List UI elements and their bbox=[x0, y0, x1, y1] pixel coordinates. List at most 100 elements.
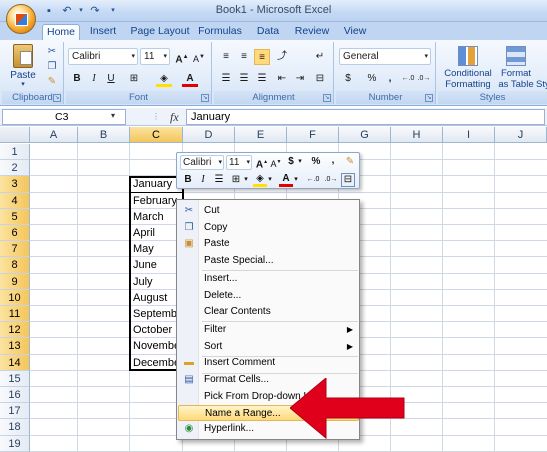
row-header-8[interactable]: 8 bbox=[0, 257, 30, 274]
mini-grow-font-icon[interactable]: A▲ bbox=[255, 155, 269, 172]
font-name-select[interactable]: Calibri ▾ bbox=[68, 48, 138, 65]
copy-icon[interactable]: ❐ bbox=[44, 59, 60, 75]
select-all-corner[interactable] bbox=[0, 127, 30, 143]
italic-button[interactable]: I bbox=[86, 71, 102, 87]
mini-increase-decimal-icon[interactable]: ←.0 bbox=[305, 173, 321, 187]
row-header-16[interactable]: 16 bbox=[0, 387, 30, 404]
currency-button[interactable]: $ bbox=[340, 71, 356, 87]
borders-icon[interactable]: ⊞ bbox=[126, 71, 142, 87]
row-header-4[interactable]: 4 bbox=[0, 192, 30, 209]
column-header-i[interactable]: I bbox=[443, 127, 495, 143]
row-header-1[interactable]: 1 bbox=[0, 144, 30, 161]
row-header-12[interactable]: 12 bbox=[0, 322, 30, 339]
menu-item-clear-contents[interactable]: Clear Contents bbox=[178, 304, 359, 321]
row-header-14[interactable]: 14 bbox=[0, 354, 30, 371]
formula-input[interactable]: January bbox=[186, 109, 545, 125]
menu-item-cut[interactable]: ✂ Cut bbox=[178, 203, 359, 220]
merge-center-icon[interactable]: ⊟ bbox=[312, 71, 328, 87]
column-header-c[interactable]: C bbox=[130, 127, 183, 143]
mini-font-name-select[interactable]: Calibri ▾ bbox=[180, 155, 224, 170]
align-center-icon[interactable]: ☰ bbox=[236, 71, 252, 87]
mini-percent-button[interactable]: % bbox=[309, 155, 323, 169]
menu-item-paste-special[interactable]: Paste Special... bbox=[178, 253, 359, 270]
row-header-3[interactable]: 3 bbox=[0, 176, 30, 193]
bold-button[interactable]: B bbox=[69, 71, 85, 87]
mini-comma-button[interactable]: , bbox=[327, 154, 339, 168]
mini-font-color-button[interactable]: A bbox=[279, 173, 293, 187]
chevron-down-icon[interactable]: ▾ bbox=[243, 173, 249, 187]
row-header-18[interactable]: 18 bbox=[0, 419, 30, 436]
format-painter-icon[interactable]: ✎ bbox=[44, 74, 60, 90]
row-header-5[interactable]: 5 bbox=[0, 208, 30, 225]
mini-bold-button[interactable]: B bbox=[181, 173, 195, 187]
mini-font-size-select[interactable]: 11 ▾ bbox=[226, 155, 252, 170]
align-left-icon[interactable]: ☰ bbox=[218, 71, 234, 87]
menu-item-insert-comment[interactable]: ▬ Insert Comment bbox=[178, 355, 359, 372]
menu-item-copy[interactable]: ❐ Copy bbox=[178, 220, 359, 237]
mini-decrease-decimal-icon[interactable]: .0→ bbox=[323, 173, 339, 187]
paste-button[interactable]: Paste ▾ bbox=[8, 44, 38, 88]
font-color-icon[interactable]: A bbox=[182, 71, 198, 87]
mini-borders-icon[interactable]: ⊞ bbox=[229, 173, 243, 187]
column-header-f[interactable]: F bbox=[287, 127, 339, 143]
chevron-down-icon[interactable]: ▾ bbox=[297, 155, 303, 169]
mini-format-painter-icon[interactable]: ✎ bbox=[343, 155, 357, 169]
font-launcher-icon[interactable]: ↘ bbox=[201, 94, 209, 102]
align-bottom-icon[interactable]: ≡ bbox=[254, 49, 270, 65]
tab-review[interactable]: Review bbox=[292, 24, 332, 40]
align-middle-icon[interactable]: ≡ bbox=[236, 49, 252, 65]
chevron-down-icon[interactable]: ▾ bbox=[293, 173, 299, 187]
mini-currency-button[interactable]: $ bbox=[285, 155, 297, 169]
decrease-indent-icon[interactable]: ⇤ bbox=[274, 71, 290, 87]
mini-fill-color-icon[interactable]: ◈ bbox=[253, 173, 267, 187]
number-format-select[interactable]: General ▾ bbox=[339, 48, 431, 65]
decrease-decimal-icon[interactable]: .0→ bbox=[416, 71, 432, 87]
office-button[interactable] bbox=[6, 4, 36, 34]
row-header-9[interactable]: 9 bbox=[0, 273, 30, 290]
mini-shrink-font-icon[interactable]: A▼ bbox=[269, 155, 283, 171]
number-launcher-icon[interactable]: ↘ bbox=[425, 94, 433, 102]
align-top-icon[interactable]: ≡ bbox=[218, 49, 234, 65]
row-header-11[interactable]: 11 bbox=[0, 306, 30, 323]
comma-button[interactable]: , bbox=[382, 71, 398, 87]
tab-view[interactable]: View bbox=[340, 24, 370, 40]
menu-item-paste[interactable]: ▣ Paste bbox=[178, 236, 359, 253]
alignment-launcher-icon[interactable]: ↘ bbox=[323, 94, 331, 102]
column-header-h[interactable]: H bbox=[391, 127, 443, 143]
row-header-13[interactable]: 13 bbox=[0, 338, 30, 355]
row-header-17[interactable]: 17 bbox=[0, 403, 30, 420]
row-header-6[interactable]: 6 bbox=[0, 225, 30, 242]
menu-item-insert[interactable]: Insert... bbox=[178, 271, 359, 288]
row-header-15[interactable]: 15 bbox=[0, 370, 30, 387]
percent-button[interactable]: % bbox=[364, 71, 380, 87]
cell-styles-button[interactable]: Sty bbox=[536, 79, 547, 90]
column-header-b[interactable]: B bbox=[78, 127, 130, 143]
shrink-font-icon[interactable]: A▼ bbox=[191, 49, 207, 65]
increase-decimal-icon[interactable]: ←.0 bbox=[400, 71, 416, 87]
column-header-a[interactable]: A bbox=[30, 127, 78, 143]
column-header-d[interactable]: D bbox=[183, 127, 235, 143]
tab-data[interactable]: Data bbox=[253, 24, 283, 40]
wrap-text-icon[interactable]: ↵ bbox=[312, 49, 328, 65]
column-header-g[interactable]: G bbox=[339, 127, 391, 143]
underline-button[interactable]: U bbox=[103, 71, 119, 87]
chevron-down-icon[interactable]: ▾ bbox=[267, 173, 273, 187]
menu-item-delete[interactable]: Delete... bbox=[178, 288, 359, 305]
tab-formulas[interactable]: Formulas bbox=[196, 24, 244, 40]
chevron-down-icon[interactable]: ▾ bbox=[111, 109, 115, 123]
mini-merge-center-icon[interactable]: ⊟ bbox=[341, 173, 355, 187]
row-header-19[interactable]: 19 bbox=[0, 435, 30, 452]
name-box[interactable]: C3 bbox=[2, 109, 126, 125]
row-header-2[interactable]: 2 bbox=[0, 160, 30, 177]
align-right-icon[interactable]: ☰ bbox=[254, 71, 270, 87]
menu-item-sort[interactable]: Sort ▶ bbox=[178, 339, 359, 356]
mini-center-icon[interactable]: ☰ bbox=[212, 173, 226, 187]
cut-icon[interactable]: ✂ bbox=[44, 44, 60, 60]
insert-function-button[interactable]: fx bbox=[170, 109, 184, 125]
grow-font-icon[interactable]: A▲ bbox=[174, 49, 190, 65]
clipboard-launcher-icon[interactable]: ↘ bbox=[53, 94, 61, 102]
row-header-10[interactable]: 10 bbox=[0, 289, 30, 306]
font-size-select[interactable]: 11 ▾ bbox=[140, 48, 170, 65]
increase-indent-icon[interactable]: ⇥ bbox=[292, 71, 308, 87]
orientation-icon[interactable]: ⤴ bbox=[274, 49, 290, 65]
